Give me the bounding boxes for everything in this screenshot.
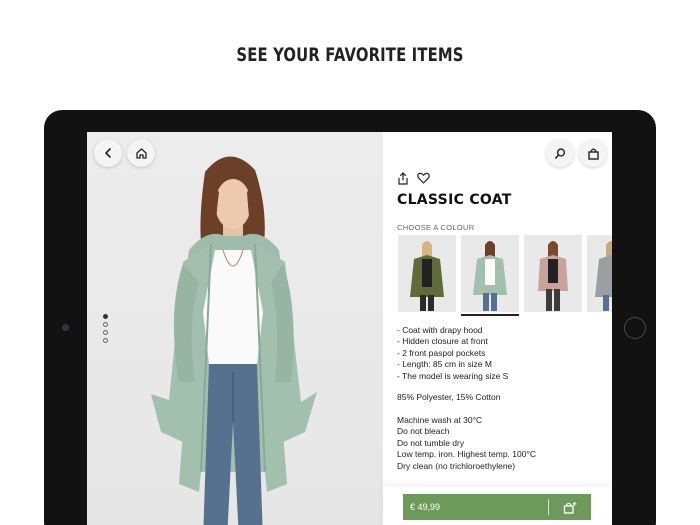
home-icon [135,147,147,159]
purchase-bar: € 49,99 [383,487,612,525]
app-screen: CLASSIC COAT CHOOSE A COLOUR - Coat with… [87,132,612,525]
price: € 49,99 [410,502,441,512]
care-instructions: Machine wash at 30°C Do not bleach Do no… [397,415,536,472]
tablet-home-button [624,317,646,339]
home-button[interactable] [127,139,155,167]
gallery-dot-3[interactable] [103,330,108,335]
product-description: - Coat with drapy hood - Hidden closure … [397,325,508,382]
material-composition: 85% Polyester, 15% Cotton [397,392,501,402]
chevron-left-icon [105,148,111,158]
care-line: Dry clean (no trichloroethylene) [397,460,516,471]
camera-dot [62,324,69,331]
description-line: - The model is wearing size S [397,370,509,381]
swatch-image [538,241,568,311]
colour-label: CHOOSE A COLOUR [397,223,475,232]
care-line: Do not bleach [397,426,450,437]
swatch-image [595,241,612,311]
description-line: - Length: 85 cm in size M [397,359,492,370]
bag-plus-icon [549,501,591,514]
description-line: - Hidden closure at front [397,336,488,347]
care-line: Low temp. iron. Highest temp. 100°C [397,449,536,460]
shopping-bag-icon [587,148,599,160]
bag-button[interactable] [579,139,607,167]
back-button[interactable] [94,139,122,167]
colour-swatch-olive[interactable] [398,235,456,312]
headline: SEE YOUR FAVORITE ITEMS [236,44,464,66]
care-line: Machine wash at 30°C [397,415,483,425]
gallery-dot-1[interactable] [103,314,108,319]
colour-swatches [398,235,612,316]
product-photo[interactable] [87,132,383,525]
swatch-image [473,241,507,311]
search-icon [554,147,565,159]
share-icon[interactable] [397,172,409,185]
description-line: - 2 front paspol pockets [397,347,486,358]
product-title: CLASSIC COAT [397,192,512,208]
heart-icon[interactable] [417,172,430,184]
description-line: - Coat with drapy hood [397,325,483,335]
gallery-dot-2[interactable] [103,322,108,327]
product-actions [397,172,430,185]
gallery-pagination [103,314,108,346]
product-detail-panel: CLASSIC COAT CHOOSE A COLOUR - Coat with… [383,132,612,525]
colour-swatch-mint[interactable] [461,235,519,316]
model-illustration [151,156,317,525]
gallery-dot-4[interactable] [103,338,108,343]
swatch-image [410,241,444,311]
care-line: Do not tumble dry [397,437,465,448]
tablet-frame: CLASSIC COAT CHOOSE A COLOUR - Coat with… [44,110,656,525]
colour-swatch-rose[interactable] [524,235,582,312]
search-button[interactable] [546,139,574,167]
add-to-bag-button[interactable]: € 49,99 [403,494,591,520]
colour-swatch-grey[interactable] [587,235,612,312]
